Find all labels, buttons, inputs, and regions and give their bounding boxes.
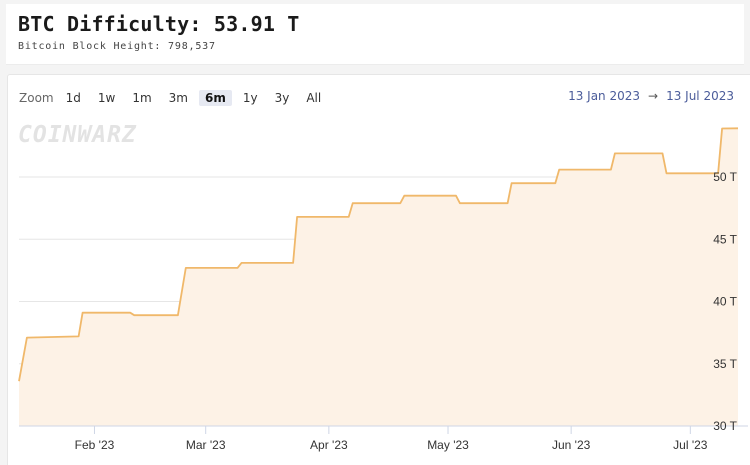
x-tick-label: May '23 xyxy=(427,438,469,452)
header-card: BTC Difficulty: 53.91 T Bitcoin Block He… xyxy=(6,4,744,65)
x-tick-label: Jun '23 xyxy=(552,438,591,452)
x-tick-label: Mar '23 xyxy=(186,438,226,452)
x-tick-label: Feb '23 xyxy=(75,438,115,452)
chart-card: Zoom 1d 1w 1m 3m 6m 1y 3y All 13 Jan 202… xyxy=(7,74,750,465)
x-tick-label: Jul '23 xyxy=(673,438,708,452)
y-tick-label-35: 35 T xyxy=(713,357,737,371)
x-axis-labels: Feb '23 Mar '23 Apr '23 May '23 Jun '23 Jul '… xyxy=(75,438,708,452)
x-axis xyxy=(19,425,748,434)
y-tick-label-30: 30 T xyxy=(713,419,737,433)
difficulty-chart: 30 T 35 T 40 T 45 T 50 T Feb '23 Mar '23 Apr '… xyxy=(18,127,748,452)
y-tick-label-45: 45 T xyxy=(713,232,737,246)
y-tick-label-50: 50 T xyxy=(713,170,737,184)
difficulty-area-fill xyxy=(19,128,738,427)
page-title: BTC Difficulty: 53.91 T xyxy=(18,12,300,36)
x-tick-label: Apr '23 xyxy=(310,438,348,452)
block-height-subtitle: Bitcoin Block Height: 798,537 xyxy=(18,41,216,52)
area-fill-layer xyxy=(18,127,739,427)
y-tick-label-40: 40 T xyxy=(713,295,737,309)
